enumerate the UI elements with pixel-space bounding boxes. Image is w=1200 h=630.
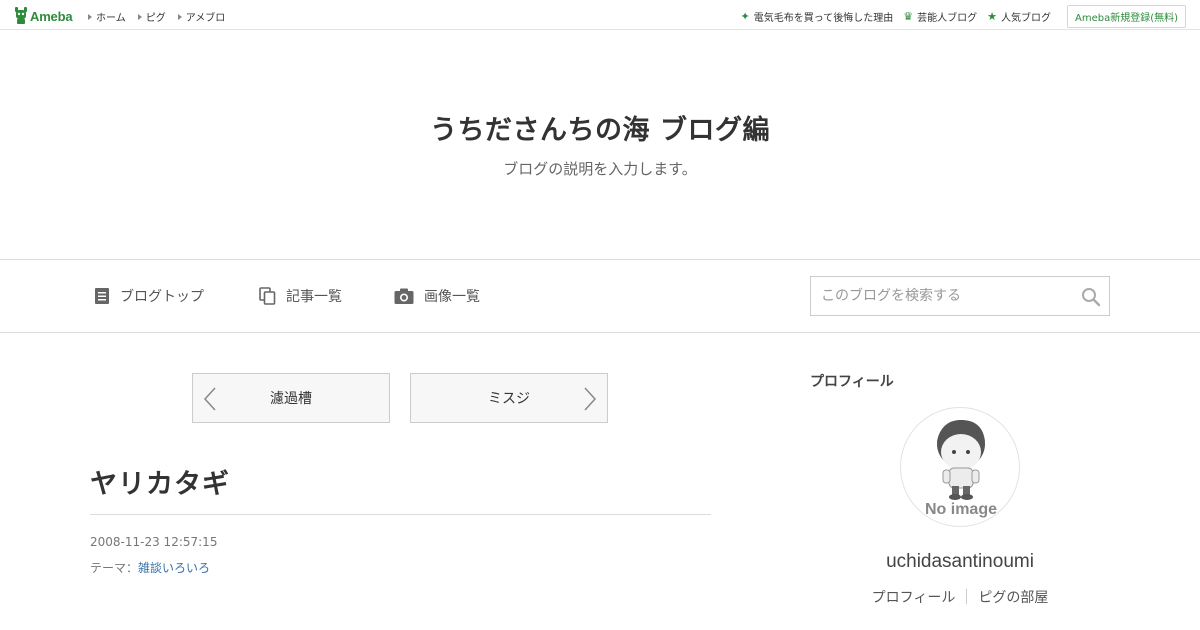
- chevron-left-icon: [203, 387, 217, 415]
- profile-links: プロフィール ピグの部屋: [810, 587, 1110, 607]
- triangle-right-icon: [137, 13, 142, 20]
- star-icon: ★: [987, 10, 997, 23]
- prev-entry-button[interactable]: 濾過槽: [192, 373, 390, 423]
- blog-search-box: [810, 276, 1110, 316]
- popular-blog-link[interactable]: ★ 人気ブログ: [987, 9, 1051, 24]
- theme-link[interactable]: 雑談いろいろ: [138, 561, 210, 575]
- no-image-avatar-icon: No image: [925, 420, 997, 518]
- avatar[interactable]: No image: [900, 407, 1020, 527]
- search-icon[interactable]: [1081, 287, 1101, 311]
- global-right-links: ✦ 電気毛布を買って後悔した理由 ♛ 芸能人ブログ ★ 人気ブログ Ameba新規登録…: [741, 5, 1186, 28]
- copy-icon: [259, 287, 276, 305]
- global-header: Ameba ホーム ピグ アメブロ ✦ 電気毛布を買って後悔した理由 ♛ 芸能人ブロ…: [0, 0, 1200, 30]
- celebrity-blog-link[interactable]: ♛ 芸能人ブログ: [903, 9, 977, 24]
- nav-entry-list[interactable]: 記事一覧: [259, 286, 342, 306]
- entry-title[interactable]: ヤリカタギ: [90, 462, 230, 501]
- search-input[interactable]: [811, 277, 1071, 315]
- camera-icon: [394, 288, 414, 304]
- profile-link[interactable]: プロフィール: [861, 587, 967, 607]
- promo-link[interactable]: ✦ 電気毛布を買って後悔した理由: [741, 9, 894, 24]
- profile-username[interactable]: uchidasantinoumi: [810, 551, 1110, 573]
- avatar-placeholder-text: No image: [925, 501, 997, 518]
- triangle-right-icon: [177, 13, 182, 20]
- document-icon: [94, 287, 110, 305]
- blog-description: ブログの説明を入力します。: [503, 160, 697, 178]
- signup-button[interactable]: Ameba新規登録(無料): [1066, 5, 1186, 28]
- global-nav: ホーム ピグ アメブロ: [88, 9, 225, 24]
- next-entry-button[interactable]: ミスジ: [410, 373, 608, 423]
- entry-theme: テーマ：雑談いろいろ: [90, 559, 210, 576]
- logo-text: Ameba: [30, 8, 73, 24]
- blog-navbar: ブログトップ 記事一覧 画像一覧: [0, 259, 1200, 333]
- nav-ameblo[interactable]: アメブロ: [177, 9, 225, 24]
- crown-icon: ♛: [903, 10, 914, 23]
- theme-prefix: テーマ：: [90, 561, 139, 575]
- nav-pigg[interactable]: ピグ: [137, 9, 166, 24]
- ameba-mascot-icon: [15, 7, 27, 24]
- ameba-logo[interactable]: Ameba: [14, 6, 73, 26]
- profile-heading: プロフィール: [810, 374, 894, 390]
- nav-blog-top[interactable]: ブログトップ: [94, 286, 204, 306]
- chevron-right-icon: [583, 387, 597, 415]
- nav-home[interactable]: ホーム: [88, 9, 126, 24]
- blog-title[interactable]: うちださんちの海 ブログ編: [0, 108, 1200, 147]
- pigg-room-link[interactable]: ピグの部屋: [967, 587, 1059, 607]
- triangle-right-icon: [88, 13, 92, 20]
- sparkle-icon: ✦: [740, 10, 750, 23]
- entry-datetime: 2008-11-23 12:57:15: [90, 535, 218, 549]
- nav-image-list[interactable]: 画像一覧: [394, 286, 480, 306]
- divider: [90, 514, 711, 515]
